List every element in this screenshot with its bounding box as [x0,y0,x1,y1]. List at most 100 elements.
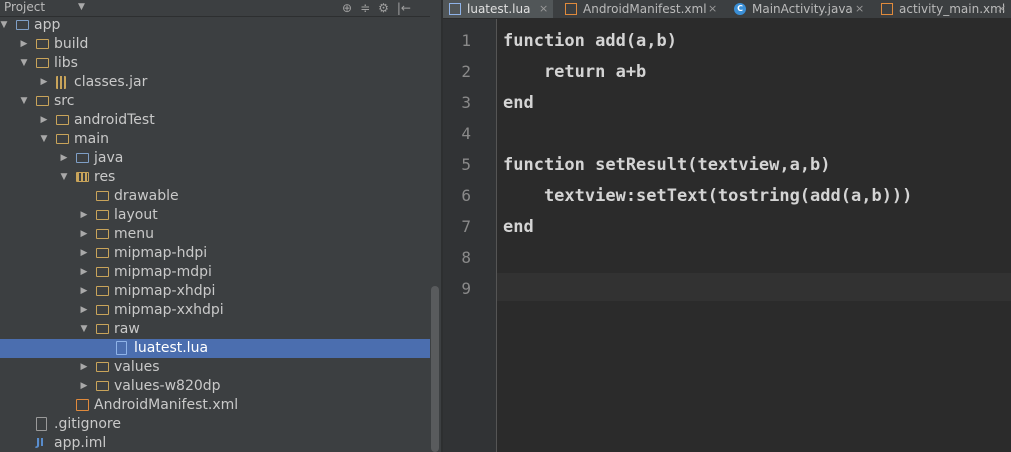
collapsed-arrow-icon[interactable]: ▶ [38,111,50,130]
collapse-all-icon[interactable]: ≑ [360,1,370,15]
scroll-from-source-icon[interactable]: ⊕ [342,1,352,15]
collapsed-arrow-icon[interactable]: ▶ [58,149,70,168]
tree-item-menu[interactable]: ▶ menu [0,225,430,244]
tab-label: luatest.lua [467,2,531,16]
tree-item-label: src [54,93,75,109]
tab-mainactivity[interactable]: C MainActivity.java × [728,0,869,18]
tree-item-label: res [94,169,116,185]
collapsed-arrow-icon[interactable]: ▶ [78,358,90,377]
collapsed-arrow-icon[interactable]: ▶ [78,244,90,263]
project-tree-scroll-thumb[interactable] [431,286,439,452]
tree-item-label: classes.jar [74,74,148,90]
tree-item-mipmap-mdpi[interactable]: ▶ mipmap-mdpi [0,263,430,282]
expanded-arrow-icon[interactable]: ▼ [38,130,50,149]
project-view-selector[interactable]: Project [4,0,45,15]
tree-item-values[interactable]: ▶ values [0,358,430,377]
lua-file-icon [449,3,461,15]
expanded-arrow-icon[interactable]: ▼ [78,320,90,339]
tree-item-mipmap-xxhdpi[interactable]: ▶ mipmap-xxhdpi [0,301,430,320]
close-tab-icon[interactable]: × [855,0,864,18]
folder-icon [96,267,109,277]
expanded-arrow-icon[interactable]: ▼ [58,168,70,187]
java-class-icon: C [734,3,746,15]
collapsed-arrow-icon[interactable]: ▶ [78,301,90,320]
expanded-arrow-icon[interactable]: ▼ [18,54,30,73]
tree-item-app[interactable]: ▼ app [0,16,430,35]
tree-item-label: values [114,359,160,375]
close-tab-icon[interactable]: × [539,0,548,18]
tree-item-build[interactable]: ▶ build [0,35,430,54]
folder-icon [96,362,109,372]
collapsed-arrow-icon[interactable]: ▶ [78,377,90,396]
tree-item-libs[interactable]: ▼ libs [0,54,430,73]
expanded-arrow-icon[interactable]: ▼ [0,16,10,35]
tab-label: activity_main.xml [899,2,1006,16]
tree-item-label: java [94,150,124,166]
code-line[interactable]: end [503,217,534,237]
collapsed-arrow-icon[interactable]: ▶ [78,282,90,301]
tree-item-label: luatest.lua [134,340,209,356]
folder-icon [96,210,109,220]
line-number: 7 [461,217,471,236]
collapsed-arrow-icon[interactable]: ▶ [78,263,90,282]
code-editor[interactable]: function add(a,b) return a+b end function … [497,19,1011,452]
settings-gear-icon[interactable]: ⚙ [378,1,389,15]
tree-item-values-w820dp[interactable]: ▶ values-w820dp [0,377,430,396]
tab-activity-main[interactable]: activity_main.xml × [875,0,1011,18]
tab-androidmanifest[interactable]: AndroidManifest.xml × [559,0,722,18]
folder-icon [36,96,49,106]
line-number: 3 [461,93,471,112]
code-line[interactable]: return a+b [503,62,646,82]
tree-item-raw[interactable]: ▼ raw [0,320,430,339]
tree-item-label: libs [54,55,78,71]
tree-item-label: values-w820dp [114,378,221,394]
tab-luatest-lua[interactable]: luatest.lua × [443,0,553,18]
line-number: 5 [461,155,471,174]
collapsed-arrow-icon[interactable]: ▶ [38,73,50,92]
tree-item-mipmap-xhdpi[interactable]: ▶ mipmap-xhdpi [0,282,430,301]
tree-item-label: app.iml [54,435,107,451]
tree-item-label: mipmap-xxhdpi [114,302,224,318]
tree-item-label: build [54,36,89,52]
hide-panel-icon[interactable]: |← [397,1,411,15]
tree-item-luatest-lua[interactable]: luatest.lua [0,339,430,358]
code-line[interactable]: function add(a,b) [503,31,677,51]
tab-label: AndroidManifest.xml [583,2,707,16]
tree-item-classes-jar[interactable]: ▶ classes.jar [0,73,430,92]
folder-icon [96,305,109,315]
project-tree-scrollbar[interactable] [430,16,441,452]
module-folder-icon [76,153,89,163]
editor-gutter: 1 2 3 4 5 6 7 8 9 [443,19,497,452]
tree-item-layout[interactable]: ▶ layout [0,206,430,225]
tree-item-gitignore[interactable]: .gitignore [0,415,430,434]
tree-item-main[interactable]: ▼ main [0,130,430,149]
tree-item-label: main [74,131,109,147]
tree-item-label: raw [114,321,140,337]
code-line[interactable]: end [503,93,534,113]
editor-tab-bar: luatest.lua × AndroidManifest.xml × C MainAct… [443,0,1011,19]
code-line[interactable]: function setResult(textview,a,b) [503,155,831,175]
tree-item-app-iml[interactable]: Jl app.iml [0,434,430,452]
tree-item-label: layout [114,207,158,223]
xml-file-icon [565,3,577,15]
code-line[interactable]: textview:setText(tostring(add(a,b))) [503,186,912,206]
tree-item-androidmanifest[interactable]: AndroidManifest.xml [0,396,430,415]
module-folder-icon [16,20,29,30]
tree-item-res[interactable]: ▼ res [0,168,430,187]
project-view-dropdown-icon[interactable]: ▼ [78,0,85,15]
tree-item-mipmap-hdpi[interactable]: ▶ mipmap-hdpi [0,244,430,263]
tree-item-src[interactable]: ▼ src [0,92,430,111]
close-tab-icon[interactable]: × [708,0,717,18]
close-tab-icon[interactable]: × [997,0,1006,18]
tree-item-androidtest[interactable]: ▶ androidTest [0,111,430,130]
folder-icon [96,248,109,258]
collapsed-arrow-icon[interactable]: ▶ [78,206,90,225]
folder-icon [36,58,49,68]
collapsed-arrow-icon[interactable]: ▶ [18,35,30,54]
folder-icon [96,286,109,296]
tree-item-java[interactable]: ▶ java [0,149,430,168]
tree-item-drawable[interactable]: drawable [0,187,430,206]
xml-file-icon [881,3,893,15]
collapsed-arrow-icon[interactable]: ▶ [78,225,90,244]
expanded-arrow-icon[interactable]: ▼ [18,92,30,111]
